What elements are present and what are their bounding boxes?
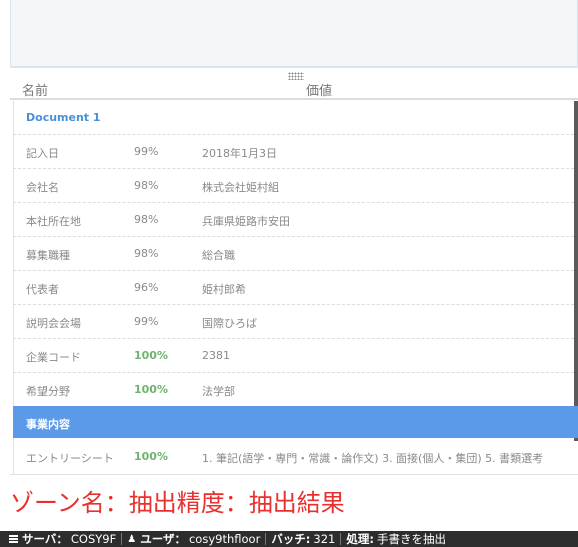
field-accuracy: 100%: [134, 450, 168, 463]
table-row[interactable]: エントリーシート 100% 1. 筆記(語学・専門・常識・論作文) 3. 面接(…: [13, 438, 574, 475]
drag-handle-icon[interactable]: [288, 72, 304, 80]
field-accuracy: 96%: [134, 281, 159, 294]
field-value: 総合職: [202, 249, 235, 262]
field-value: 2381: [202, 349, 230, 362]
field-accuracy: 100%: [134, 349, 168, 362]
section-header-row[interactable]: 事業内容: [13, 406, 578, 438]
server-value: COSY9F: [70, 532, 117, 546]
server-label: サーバ：: [22, 532, 68, 546]
field-value: 法学部: [202, 385, 235, 398]
document-title: Document 1: [26, 111, 101, 124]
field-accuracy: 100%: [134, 383, 168, 396]
header-divider: [10, 98, 578, 100]
scrollbar[interactable]: [574, 101, 578, 441]
status-bar: サーバ： COSY9F ♟ ユーザ： cosy9thfloor バッチ: 321…: [0, 531, 578, 547]
user-icon: ♟: [127, 533, 137, 545]
column-header-value: 価値: [306, 84, 333, 99]
status-process: 処理: 手書きを抽出: [341, 531, 451, 547]
document-row[interactable]: Document 1: [13, 101, 574, 135]
field-name: 会社名: [26, 181, 59, 194]
preview-panel: [10, 0, 578, 67]
field-accuracy: 98%: [134, 247, 159, 260]
table-row[interactable]: 希望分野 100% 法学部: [13, 372, 574, 407]
table-row[interactable]: 説明会会場 99% 国際ひろば: [13, 304, 574, 339]
table-bottom-divider: [10, 474, 578, 475]
process-value: 手書きを抽出: [376, 532, 446, 546]
field-value: 兵庫県姫路市安田: [202, 215, 290, 228]
user-label: ユーザ：: [140, 532, 186, 546]
section-label: 事業内容: [26, 418, 70, 431]
field-name: エントリーシート: [26, 452, 114, 465]
status-server: サーバ： COSY9F: [4, 531, 121, 547]
server-icon: [9, 534, 18, 544]
field-name: 企業コード: [26, 351, 81, 364]
table-row[interactable]: 募集職種 98% 総合職: [13, 236, 574, 271]
process-label: 処理:: [346, 532, 374, 546]
table-row[interactable]: 代表者 96% 姫村郎希: [13, 270, 574, 305]
field-name: 代表者: [26, 283, 59, 296]
table-row[interactable]: 記入日 99% 2018年1月3日: [13, 134, 574, 169]
field-name: 募集職種: [26, 249, 70, 262]
format-legend: ゾーン名：抽出精度：抽出結果: [10, 489, 345, 517]
field-name: 記入日: [26, 147, 59, 160]
status-batch: バッチ: 321: [266, 531, 340, 547]
field-value: 株式会社姫村組: [202, 181, 279, 194]
batch-value: 321: [313, 532, 336, 546]
table-row[interactable]: 企業コード 100% 2381: [13, 338, 574, 373]
field-name: 本社所在地: [26, 215, 81, 228]
table-row[interactable]: 本社所在地 98% 兵庫県姫路市安田: [13, 202, 574, 237]
field-accuracy: 98%: [134, 213, 159, 226]
field-value: 1. 筆記(語学・専門・常識・論作文) 3. 面接(個人・集団) 5. 書類選考: [202, 452, 544, 465]
field-name: 希望分野: [26, 385, 70, 398]
field-name: 説明会会場: [26, 317, 81, 330]
column-header-name: 名前: [22, 84, 49, 99]
field-accuracy: 98%: [134, 179, 159, 192]
field-accuracy: 99%: [134, 145, 159, 158]
batch-label: バッチ:: [271, 532, 311, 546]
field-value: 2018年1月3日: [202, 147, 277, 160]
table-row[interactable]: 会社名 98% 株式会社姫村組: [13, 168, 574, 203]
field-value: 国際ひろば: [202, 317, 257, 330]
user-value: cosy9thfloor: [188, 532, 261, 546]
field-accuracy: 99%: [134, 315, 159, 328]
status-user: ♟ ユーザ： cosy9thfloor: [122, 531, 265, 547]
divider: [10, 67, 578, 68]
field-value: 姫村郎希: [202, 283, 246, 296]
